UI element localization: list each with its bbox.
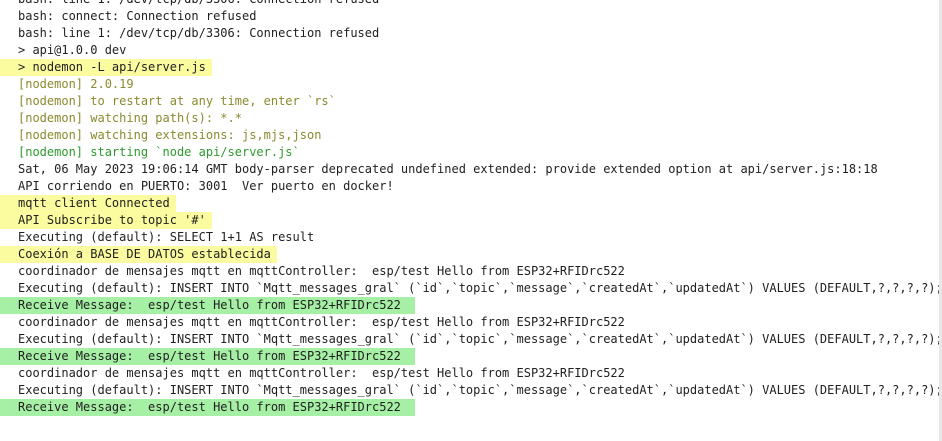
terminal-line: coordinador de mensajes mqtt en mqttCont… (0, 365, 942, 382)
terminal-line-text: Executing (default): INSERT INTO `Mqtt_m… (18, 281, 942, 295)
terminal-output[interactable]: bash: line 1: /dev/tcp/db/3306: Connecti… (0, 0, 942, 416)
terminal-line-text: [nodemon] watching extensions: js,mjs,js… (18, 128, 322, 142)
terminal-line: bash: line 1: /dev/tcp/db/3306: Connecti… (0, 0, 942, 8)
terminal-line: Sat, 06 May 2023 19:06:14 GMT body-parse… (0, 161, 942, 178)
terminal-line-text: [nodemon] starting `node api/server.js` (18, 145, 300, 159)
terminal-line: API Subscribe to topic '#' (0, 212, 942, 229)
terminal-line: [nodemon] watching path(s): *.* (0, 110, 942, 127)
terminal-line: [nodemon] to restart at any time, enter … (0, 93, 942, 110)
terminal-line-text: Executing (default): INSERT INTO `Mqtt_m… (18, 332, 942, 346)
terminal-line-text: Receive Message: esp/test Hello from ESP… (0, 297, 415, 314)
terminal-line: bash: line 1: /dev/tcp/db/3306: Connecti… (0, 25, 942, 42)
terminal-line: Executing (default): INSERT INTO `Mqtt_m… (0, 331, 942, 348)
terminal-line: [nodemon] 2.0.19 (0, 76, 942, 93)
terminal-line: coordinador de mensajes mqtt en mqttCont… (0, 263, 942, 280)
terminal-line-text: API Subscribe to topic '#' (0, 212, 212, 229)
terminal-line: [nodemon] watching extensions: js,mjs,js… (0, 127, 942, 144)
terminal-line-text: Receive Message: esp/test Hello from ESP… (0, 348, 415, 365)
terminal-line-text: [nodemon] 2.0.19 (18, 77, 134, 91)
terminal-line-text: coordinador de mensajes mqtt en mqttCont… (18, 315, 625, 329)
terminal-line: > nodemon -L api/server.js (0, 59, 942, 76)
terminal-line-text: [nodemon] watching path(s): *.* (18, 111, 242, 125)
terminal-line-text: Coexión a BASE DE DATOS establecida (0, 246, 277, 263)
terminal-line-text: > api@1.0.0 dev (18, 43, 127, 57)
terminal-line: Receive Message: esp/test Hello from ESP… (0, 297, 942, 314)
terminal-line-text: bash: line 1: /dev/tcp/db/3306: Connecti… (0, 0, 379, 8)
terminal-line: coordinador de mensajes mqtt en mqttCont… (0, 314, 942, 331)
terminal-line-text: coordinador de mensajes mqtt en mqttCont… (18, 366, 625, 380)
terminal-line: bash: connect: Connection refused (0, 8, 942, 25)
terminal-line: Receive Message: esp/test Hello from ESP… (0, 348, 942, 365)
terminal-line-text: Executing (default): INSERT INTO `Mqtt_m… (18, 383, 942, 397)
terminal-line-text: Executing (default): SELECT 1+1 AS resul… (18, 230, 315, 244)
terminal-line-text: coordinador de mensajes mqtt en mqttCont… (18, 264, 625, 278)
terminal-line: Receive Message: esp/test Hello from ESP… (0, 399, 942, 416)
terminal-line-text: [nodemon] to restart at any time, enter … (18, 94, 336, 108)
terminal-line-text: > nodemon -L api/server.js (0, 59, 212, 76)
terminal-line-text: bash: line 1: /dev/tcp/db/3306: Connecti… (18, 26, 380, 40)
terminal-line-text: Sat, 06 May 2023 19:06:14 GMT body-parse… (18, 162, 878, 176)
terminal-line: Executing (default): INSERT INTO `Mqtt_m… (0, 280, 942, 297)
terminal-line-text: mqtt client Connected (0, 195, 176, 212)
terminal-line-text: Receive Message: esp/test Hello from ESP… (0, 399, 415, 416)
terminal-line: Executing (default): SELECT 1+1 AS resul… (0, 229, 942, 246)
terminal-line: mqtt client Connected (0, 195, 942, 212)
terminal-line: API corriendo en PUERTO: 3001 Ver puerto… (0, 178, 942, 195)
terminal-line: [nodemon] starting `node api/server.js` (0, 144, 942, 161)
terminal-line: > api@1.0.0 dev (0, 42, 942, 59)
terminal-line-text: API corriendo en PUERTO: 3001 Ver puerto… (18, 179, 394, 193)
terminal-line: Executing (default): INSERT INTO `Mqtt_m… (0, 382, 942, 399)
terminal-line: Coexión a BASE DE DATOS establecida (0, 246, 942, 263)
terminal-line-text: bash: connect: Connection refused (18, 9, 257, 23)
